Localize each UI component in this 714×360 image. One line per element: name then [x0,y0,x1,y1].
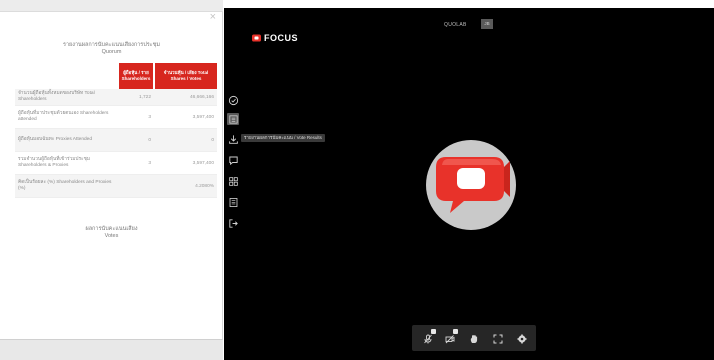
row-count [118,174,154,198]
row-shares: 3,597,400 [154,105,217,129]
close-icon[interactable]: × [210,12,216,23]
row-shares: 3,597,400 [154,151,217,175]
camera-icon[interactable] [444,329,458,344]
row-shares: 0 [154,128,217,152]
document-icon[interactable] [227,196,239,208]
row-shares: 46,666,166 [154,89,217,106]
header-total-shares: จำนวนหุ้น / เสียง Total Shares / Votes [153,63,217,89]
table-row: ผู้ถือหุ้นที่มาประชุมด้วยตนเอง Sharehold… [15,105,217,129]
row-shares: 4.2080% [154,174,217,198]
microphone-options-icon[interactable] [431,329,436,334]
focus-logo: FOCUS [252,33,298,43]
logo-camera-icon [252,34,261,42]
row-count: 3 [118,151,154,175]
room-name: QUOLAB [444,22,467,28]
row-label: คิดเป็นร้อยละ (%) Shareholders and Proxi… [15,174,118,198]
table-row: ผู้ถือหุ้นมอบฉันทะ Proxies Attended 0 0 [15,128,217,152]
download-icon[interactable] [227,133,239,145]
row-count: 0 [118,128,154,152]
table-row: คิดเป็นร้อยละ (%) Shareholders and Proxi… [15,174,217,198]
row-count: 3 [118,105,154,129]
check-circle-icon[interactable] [227,94,239,106]
row-label: จำนวนผู้ถือหุ้นทั้งหมดของบริษัท Total Sh… [15,89,118,106]
settings-icon[interactable] [516,333,527,344]
meeting-controls [412,325,536,351]
panel-top-bar [0,0,223,12]
votes-heading-thai: ผลการนับคะแนนเสียง [85,226,138,232]
microphone-icon[interactable] [422,329,436,344]
chat-icon[interactable] [227,154,239,166]
table-row: รวมจำนวนผู้ถือหุ้นที่เข้าร่วมประชุม Shar… [15,151,217,175]
meeting-stage: รายงานผลการนับคะแนน / Vote Results FOCUS… [224,0,714,360]
votes-heading-english: Votes [104,233,119,239]
sidebar-tooltip: รายงานผลการนับคะแนน / Vote Results [241,134,325,142]
header-blank [15,63,118,89]
report-panel: × รายงานผลการนับคะแนนเสียงการประชุม Quor… [0,0,223,360]
panel-title: รายงานผลการนับคะแนนเสียงการประชุม [63,42,160,48]
raise-hand-icon[interactable] [468,333,479,344]
panel-bottom-bar [0,339,223,360]
user-badge[interactable]: JB [481,19,493,29]
exit-icon[interactable] [227,217,239,229]
row-label: ผู้ถือหุ้นมอบฉันทะ Proxies Attended [15,128,118,152]
camera-options-icon[interactable] [453,329,458,334]
participant-avatar [426,140,516,230]
fullscreen-icon[interactable] [492,333,503,344]
header-shareholders: ผู้ถือหุ้น / ราย Shareholders [117,63,154,89]
row-count: 1,722 [118,89,154,106]
list-report-icon[interactable] [227,113,239,125]
grid-icon[interactable] [227,175,239,187]
row-label: ผู้ถือหุ้นที่มาประชุมด้วยตนเอง Sharehold… [15,105,118,129]
logo-text: FOCUS [264,33,298,43]
video-camera-icon [436,157,510,213]
row-label: รวมจำนวนผู้ถือหุ้นที่เข้าร่วมประชุม Shar… [15,151,118,175]
table-row: จำนวนผู้ถือหุ้นทั้งหมดของบริษัท Total Sh… [15,89,217,106]
votes-heading: ผลการนับคะแนนเสียง Votes [0,226,223,240]
quorum-table: ผู้ถือหุ้น / ราย Shareholders จำนวนหุ้น … [15,63,217,198]
panel-subtitle: Quorum [101,49,122,55]
stage-top-strip [224,0,714,8]
